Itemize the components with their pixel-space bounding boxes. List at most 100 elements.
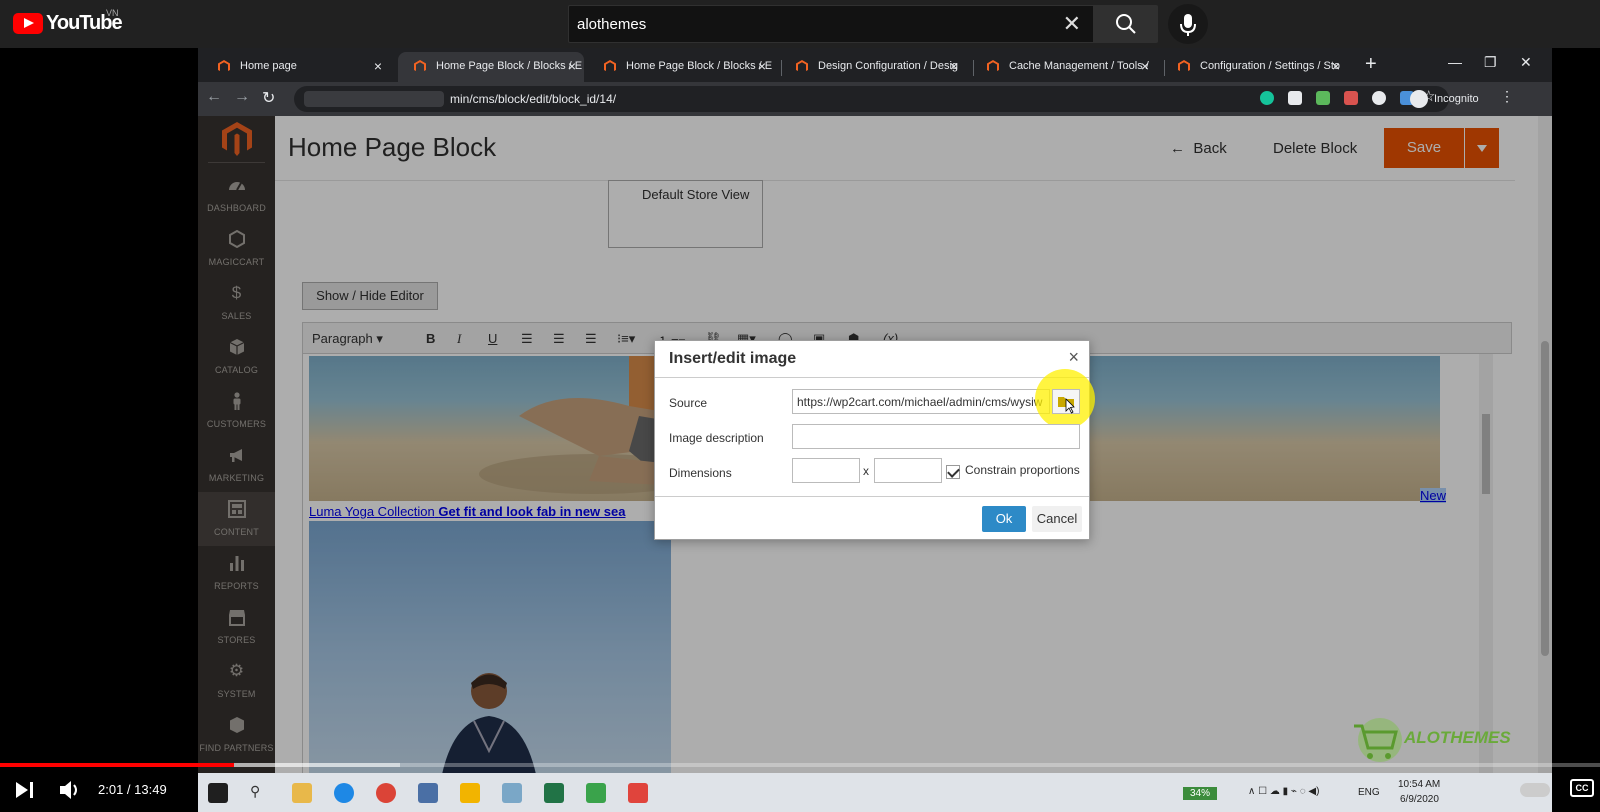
dimensions-label: Dimensions — [669, 466, 732, 480]
incognito-badge[interactable]: Incognito — [1410, 88, 1479, 110]
dialog-title: Insert/edit image — [669, 350, 797, 367]
browser-tab[interactable]: Design Configuration / Desig × — [780, 52, 966, 82]
back-arrow-icon[interactable]: ← — [206, 88, 222, 106]
clear-search-icon[interactable]: ✕ — [1063, 12, 1081, 36]
tab-title: Cache Management / Tools / — [1009, 60, 1149, 72]
app-icon[interactable] — [628, 783, 648, 803]
incognito-icon — [1410, 90, 1428, 108]
search-query-text: alothemes — [577, 16, 647, 33]
new-tab-icon[interactable]: + — [1365, 53, 1377, 76]
youtube-play-logo-icon — [13, 13, 43, 34]
microphone-icon — [1180, 14, 1196, 36]
width-input[interactable] — [792, 458, 860, 483]
magento-favicon-icon — [796, 60, 808, 71]
browser-tab-active[interactable]: Home Page Block / Blocks / E × — [398, 52, 584, 82]
tab-title: Configuration / Settings / Sto — [1200, 60, 1341, 72]
browser-window: Home page × Home Page Block / Blocks / E… — [198, 48, 1552, 773]
tab-title: Home page — [240, 60, 297, 72]
battery-indicator[interactable]: 34% — [1183, 787, 1217, 800]
app-icon[interactable] — [418, 783, 438, 803]
tab-close-icon[interactable]: × — [1141, 58, 1149, 74]
clock-date[interactable]: 6/9/2020 — [1400, 794, 1439, 805]
tab-strip: Home page × Home Page Block / Blocks / E… — [198, 48, 1552, 82]
tab-title: Home Page Block / Blocks / E — [436, 60, 583, 72]
tab-close-icon[interactable]: × — [758, 58, 766, 74]
tab-close-icon[interactable]: × — [568, 58, 576, 74]
browser-menu-icon[interactable]: ⋮ — [1500, 88, 1514, 105]
magento-favicon-icon — [414, 60, 426, 71]
sublime-icon[interactable] — [460, 783, 480, 803]
browser-tab[interactable]: Home page × — [202, 52, 390, 82]
dimensions-separator: x — [863, 464, 869, 478]
search-icon[interactable]: ⚲ — [250, 783, 270, 803]
tab-title: Design Configuration / Desig — [818, 60, 959, 72]
address-bar[interactable]: min/cms/block/edit/block_id/14/ — [294, 86, 1449, 112]
youtube-header: YouTube VN alothemes ✕ — [0, 0, 1600, 48]
minimize-icon[interactable]: — — [1448, 54, 1462, 70]
voice-search-button[interactable] — [1168, 4, 1208, 44]
clock-time[interactable]: 10:54 AM — [1398, 779, 1440, 790]
source-input[interactable]: https://wp2cart.com/michael/admin/cms/wy… — [792, 389, 1050, 414]
restore-icon[interactable]: ❐ — [1484, 54, 1497, 71]
dialog-footer-divider — [655, 496, 1089, 497]
tab-close-icon[interactable]: × — [374, 58, 382, 74]
tab-close-icon[interactable]: × — [950, 58, 958, 74]
browse-folder-icon[interactable] — [1052, 389, 1080, 414]
magento-favicon-icon — [218, 60, 230, 71]
image-description-label: Image description — [669, 431, 764, 445]
browser-tab[interactable]: Cache Management / Tools / × — [971, 52, 1157, 82]
app-icon[interactable] — [586, 783, 606, 803]
incognito-label: Incognito — [1434, 93, 1479, 105]
alothemes-cart-logo-icon — [1354, 718, 1402, 762]
height-input[interactable] — [874, 458, 942, 483]
next-video-icon[interactable] — [14, 780, 36, 800]
region-code: VN — [106, 8, 119, 18]
language-indicator[interactable]: ENG — [1358, 787, 1380, 798]
tab-title: Home Page Block / Blocks / E — [626, 60, 773, 72]
tab-close-icon[interactable]: × — [1332, 58, 1340, 74]
windows-start-icon[interactable] — [208, 783, 228, 803]
dialog-close-icon[interactable]: × — [1068, 347, 1079, 368]
youtube-search-input[interactable]: alothemes ✕ — [568, 5, 1094, 43]
dialog-divider — [655, 377, 1089, 378]
autoplay-toggle[interactable] — [1520, 783, 1550, 797]
insert-image-dialog: Insert/edit image × Source https://wp2ca… — [654, 340, 1095, 540]
app-icon[interactable] — [502, 783, 522, 803]
image-description-input[interactable] — [792, 424, 1080, 449]
url-text: min/cms/block/edit/block_id/14/ — [450, 92, 617, 106]
captions-button[interactable]: CC — [1570, 779, 1594, 797]
video-progress-played[interactable] — [0, 763, 234, 767]
blurred-url-segment — [304, 91, 444, 107]
tray-icons[interactable]: ∧ ☐ ☁ ▮ ⌁ ◌ ◀) — [1248, 786, 1319, 797]
browser-toolbar: ← → ↻ min/cms/block/edit/block_id/14/ ☆ … — [198, 82, 1552, 116]
extension-icon[interactable] — [1288, 91, 1302, 105]
magento-favicon-icon — [987, 60, 999, 71]
adblock-plus-icon[interactable] — [1344, 91, 1358, 105]
browser-tab[interactable]: Home Page Block / Blocks / E × — [588, 52, 774, 82]
magento-favicon-icon — [1178, 60, 1190, 71]
file-explorer-icon[interactable] — [292, 783, 312, 803]
volume-icon[interactable] — [58, 779, 82, 801]
search-button[interactable] — [1094, 5, 1158, 43]
source-label: Source — [669, 396, 708, 410]
search-icon — [1116, 14, 1136, 34]
constrain-proportions-label: Constrain proportions — [965, 463, 1080, 477]
video-time: 2:01 / 13:49 — [98, 782, 167, 797]
cancel-button[interactable]: Cancel — [1032, 506, 1082, 532]
grammarly-extension-icon[interactable] — [1260, 91, 1274, 105]
magento-favicon-icon — [604, 60, 616, 71]
chat-extension-icon[interactable] — [1372, 91, 1386, 105]
browser-tab[interactable]: Configuration / Settings / Sto × — [1162, 52, 1348, 82]
excel-icon[interactable] — [544, 783, 564, 803]
forward-arrow-icon[interactable]: → — [234, 88, 250, 106]
ok-button[interactable]: Ok — [982, 506, 1026, 532]
windows-taskbar: ⚲ 34% ∧ ☐ ☁ ▮ ⌁ ◌ ◀) ENG 10:54 AM 6/9/20… — [198, 773, 1552, 812]
chrome-icon[interactable] — [376, 783, 396, 803]
skype-icon[interactable] — [334, 783, 354, 803]
video-frame: YouTube VN alothemes ✕ Home page × Home … — [0, 0, 1600, 812]
close-window-icon[interactable]: ✕ — [1520, 54, 1532, 71]
magento-admin-page: DASHBOARD MAGICCART $ SALES CATALOG CUST… — [198, 116, 1552, 773]
reload-icon[interactable]: ↻ — [262, 88, 275, 108]
constrain-proportions-checkbox[interactable] — [946, 465, 960, 479]
extension-icon[interactable] — [1316, 91, 1330, 105]
